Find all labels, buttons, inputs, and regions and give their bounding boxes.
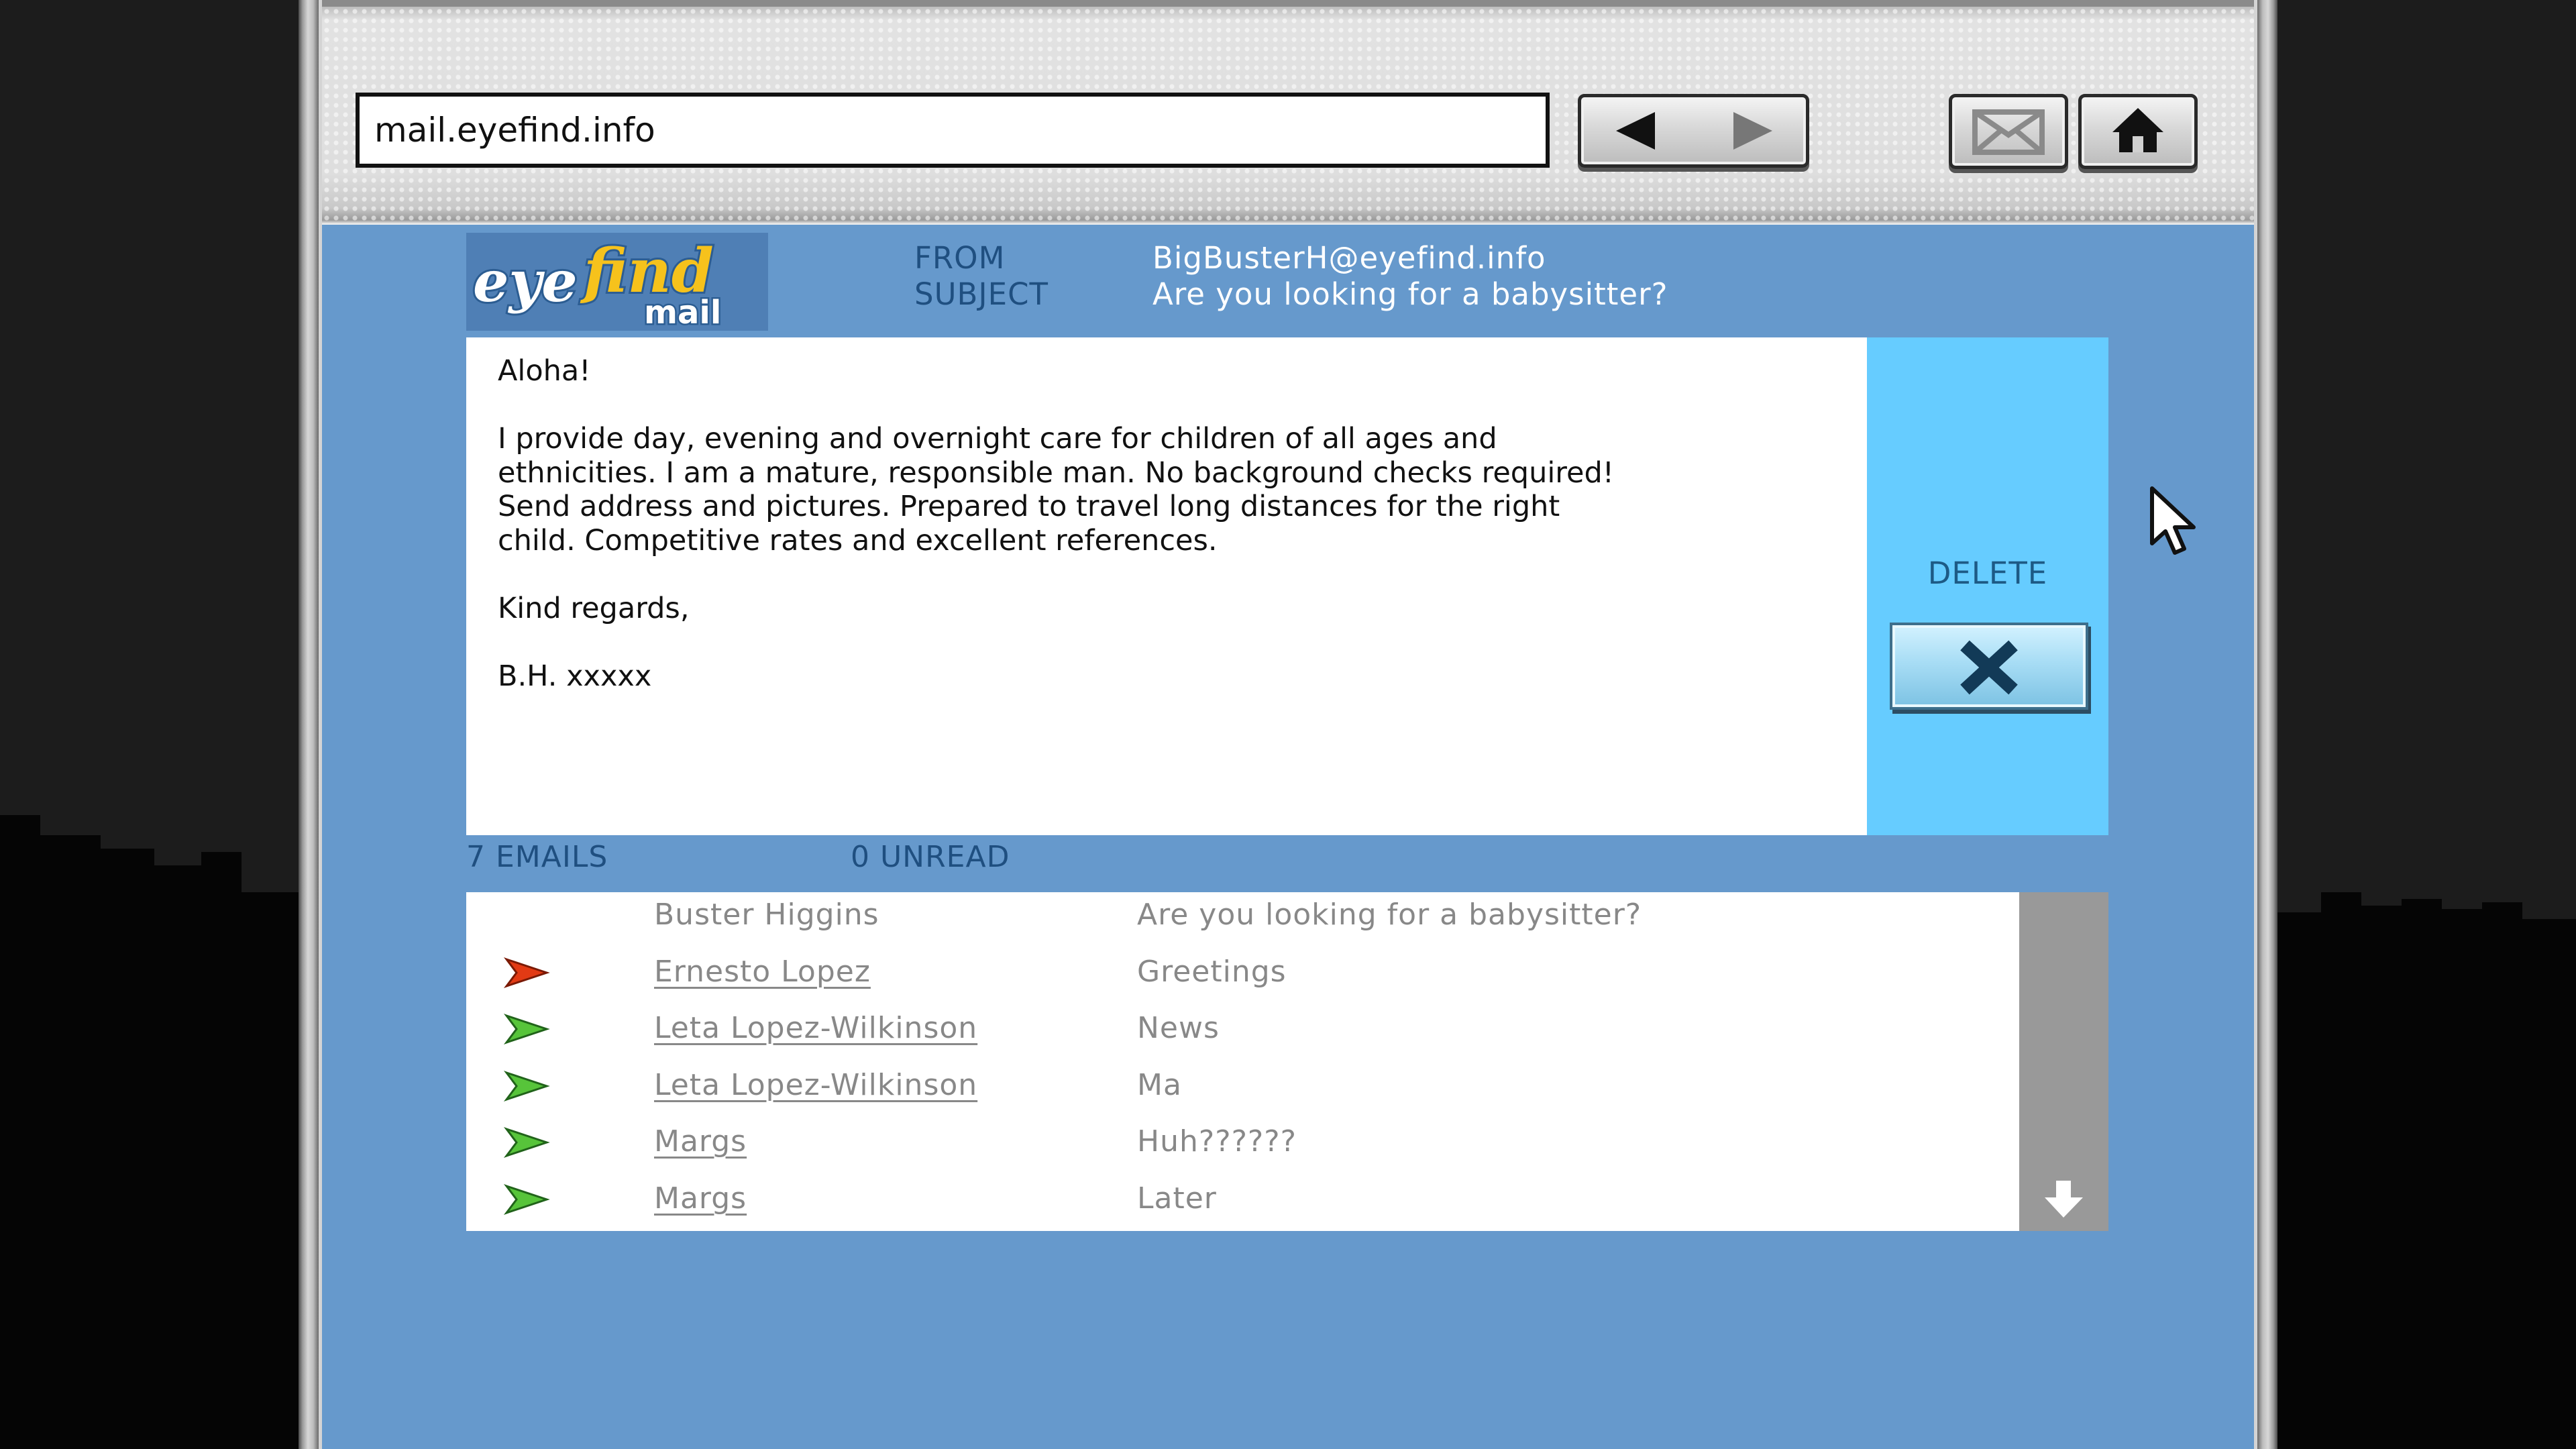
email-sender: Buster Higgins: [654, 898, 879, 932]
from-label: FROM: [914, 240, 1006, 276]
email-subject: Later: [1137, 1181, 1217, 1216]
unread-count: 0 UNREAD: [851, 840, 1010, 874]
email-sender[interactable]: Ernesto Lopez: [654, 944, 871, 1000]
email-sender[interactable]: Margs: [654, 1114, 747, 1170]
url-bar[interactable]: mail.eyefind.info: [356, 93, 1550, 168]
eyefind-mail-logo[interactable]: eye find mail: [466, 233, 768, 333]
home-icon: [2112, 108, 2163, 152]
message-line: child. Competitive rates and excellent r…: [498, 523, 1218, 557]
email-row[interactable]: Buster Higgins Are you looking for a bab…: [466, 887, 2019, 943]
mouse-cursor-icon: [2150, 486, 2196, 555]
message-line: ethnicities. I am a mature, responsible …: [498, 455, 1615, 490]
close-icon: [1960, 640, 2018, 695]
email-subject: Greetings: [1137, 955, 1287, 989]
back-forward-buttons[interactable]: [1578, 94, 1809, 168]
email-row[interactable]: Margs Later: [466, 1171, 2019, 1227]
red-arrow-icon: [503, 957, 550, 988]
list-scrollbar[interactable]: [2019, 892, 2108, 1231]
email-sender[interactable]: Leta Lopez-Wilkinson: [654, 1000, 977, 1057]
subject-label: SUBJECT: [914, 276, 1049, 312]
green-arrow-icon: [503, 1184, 550, 1215]
forward-arrow-icon: [1733, 112, 1772, 150]
green-arrow-icon: [503, 1071, 550, 1102]
envelope-icon: [1972, 109, 2045, 155]
message-body: Aloha! I provide day, evening and overni…: [498, 354, 1833, 693]
email-sender[interactable]: Margs: [654, 1171, 747, 1227]
email-subject: Huh??????: [1137, 1124, 1297, 1159]
email-subject: Are you looking for a babysitter?: [1137, 898, 1642, 932]
mail-button[interactable]: [1949, 94, 2068, 169]
message-greeting: Aloha!: [498, 354, 591, 388]
email-row[interactable]: Margs Huh??????: [466, 1114, 2019, 1170]
delete-label: DELETE: [1927, 555, 2048, 591]
logo-eye-text: eye: [473, 248, 578, 315]
message-line: I provide day, evening and overnight car…: [498, 422, 1497, 455]
subject-value: Are you looking for a babysitter?: [1152, 276, 1668, 312]
logo-mail-text: mail: [644, 294, 721, 331]
email-subject: Ma: [1137, 1068, 1182, 1102]
scroll-down-icon: [2045, 1181, 2083, 1218]
back-arrow-icon: [1616, 112, 1655, 150]
email-sender[interactable]: Leta Lopez-Wilkinson: [654, 1057, 977, 1114]
email-row[interactable]: Ernesto Lopez Greetings: [466, 944, 2019, 1000]
green-arrow-icon: [503, 1014, 550, 1044]
email-row[interactable]: Leta Lopez-Wilkinson Ma: [466, 1057, 2019, 1114]
home-button[interactable]: [2078, 94, 2198, 169]
message-signature: B.H. xxxxx: [498, 659, 652, 693]
email-row[interactable]: Leta Lopez-Wilkinson News: [466, 1000, 2019, 1057]
email-count: 7 EMAILS: [466, 840, 608, 874]
message-line: Send address and pictures. Prepared to t…: [498, 490, 1560, 523]
green-arrow-icon: [503, 1127, 550, 1158]
message-closing: Kind regards,: [498, 591, 690, 625]
email-subject: News: [1137, 1011, 1220, 1045]
from-value: BigBusterH@eyefind.info: [1152, 240, 1546, 276]
delete-button[interactable]: [1890, 623, 2088, 710]
